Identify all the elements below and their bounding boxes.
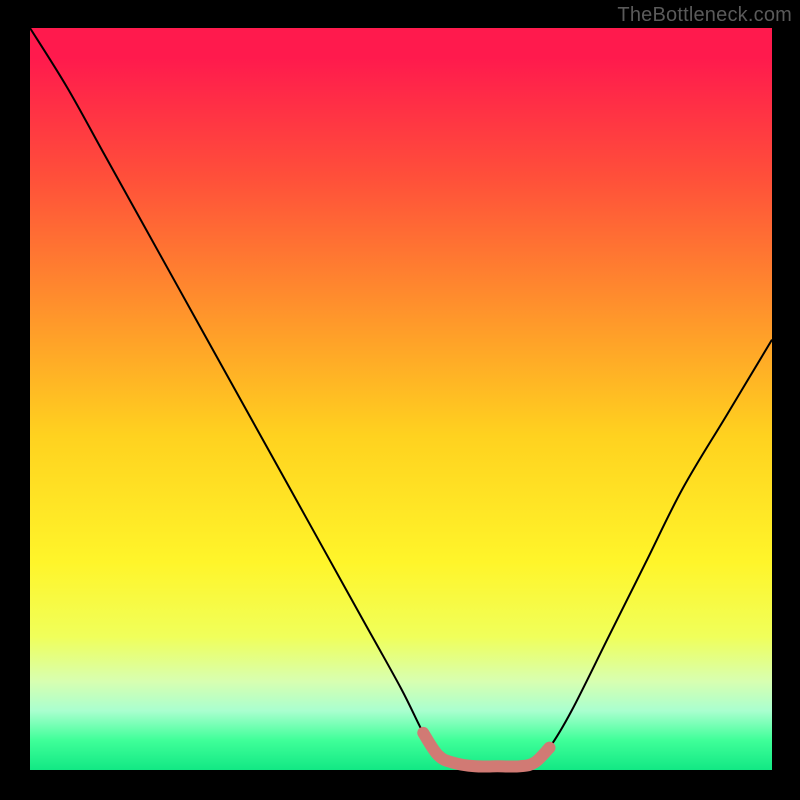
site-watermark: TheBottleneck.com (617, 4, 792, 27)
optimal-end-dot (543, 742, 555, 754)
chart-container: TheBottleneck.com (0, 0, 800, 800)
bottleneck-chart (0, 0, 800, 800)
plot-background (30, 28, 772, 770)
